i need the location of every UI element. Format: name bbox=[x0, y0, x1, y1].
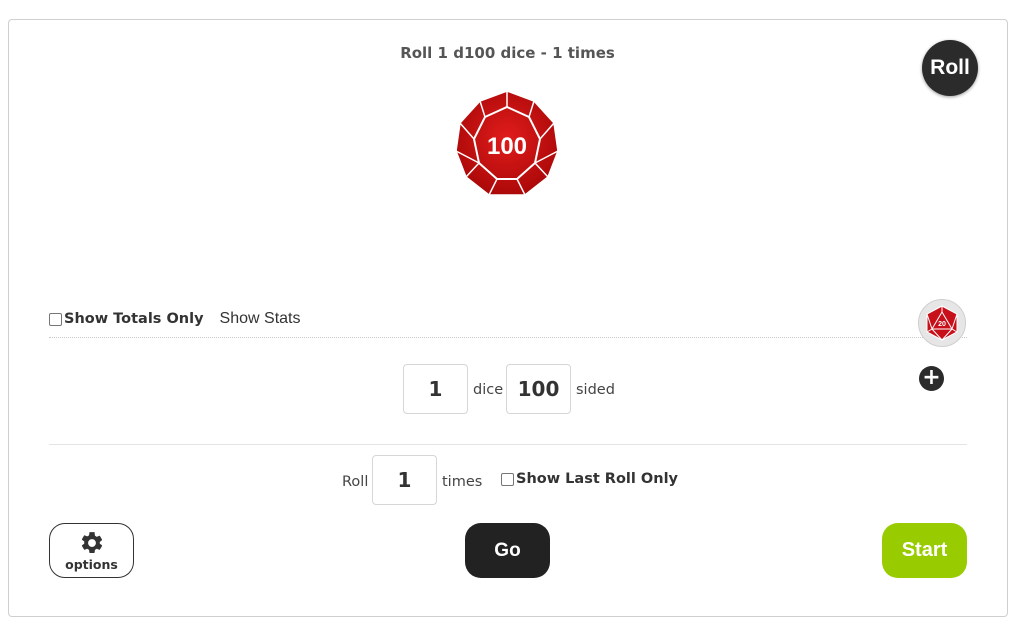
dice-count-input[interactable]: 1 bbox=[403, 364, 468, 414]
d20-icon-text: 20 bbox=[938, 321, 946, 328]
totals-row: Show Totals Only Show Stats bbox=[49, 308, 300, 330]
start-button[interactable]: Start bbox=[882, 523, 967, 578]
divider-dotted bbox=[49, 337, 967, 338]
show-stats-link[interactable]: Show Stats bbox=[220, 310, 301, 328]
dice-sides-input[interactable]: 100 bbox=[506, 364, 571, 414]
go-button[interactable]: Go bbox=[465, 523, 550, 578]
show-last-roll-only-checkbox[interactable] bbox=[501, 472, 514, 486]
d100-result-die[interactable]: 100 bbox=[454, 89, 560, 199]
options-label: options bbox=[65, 556, 118, 572]
show-last-roll-row: Show Last Roll Only bbox=[501, 471, 678, 487]
add-dice-button[interactable]: + bbox=[919, 366, 944, 391]
roll-times-input[interactable]: 1 bbox=[372, 455, 437, 505]
options-button[interactable]: options bbox=[49, 523, 134, 578]
plus-circle-icon: + bbox=[922, 364, 941, 390]
d20-icon: 20 bbox=[926, 305, 958, 341]
divider-solid bbox=[49, 444, 967, 445]
show-last-roll-only-label[interactable]: Show Last Roll Only bbox=[516, 471, 678, 487]
die-type-button[interactable]: 20 bbox=[918, 299, 966, 347]
show-totals-only-label[interactable]: Show Totals Only bbox=[64, 311, 204, 327]
gear-icon bbox=[81, 531, 102, 553]
roll-summary-title: Roll 1 d100 dice - 1 times bbox=[400, 44, 615, 62]
roll-button[interactable]: Roll bbox=[922, 40, 978, 96]
die-value: 100 bbox=[487, 133, 527, 160]
sided-label: sided bbox=[576, 382, 615, 398]
roll-label: Roll bbox=[342, 474, 369, 490]
times-label: times bbox=[442, 474, 483, 490]
dice-label: dice bbox=[473, 382, 504, 398]
show-totals-only-checkbox[interactable] bbox=[49, 312, 62, 326]
